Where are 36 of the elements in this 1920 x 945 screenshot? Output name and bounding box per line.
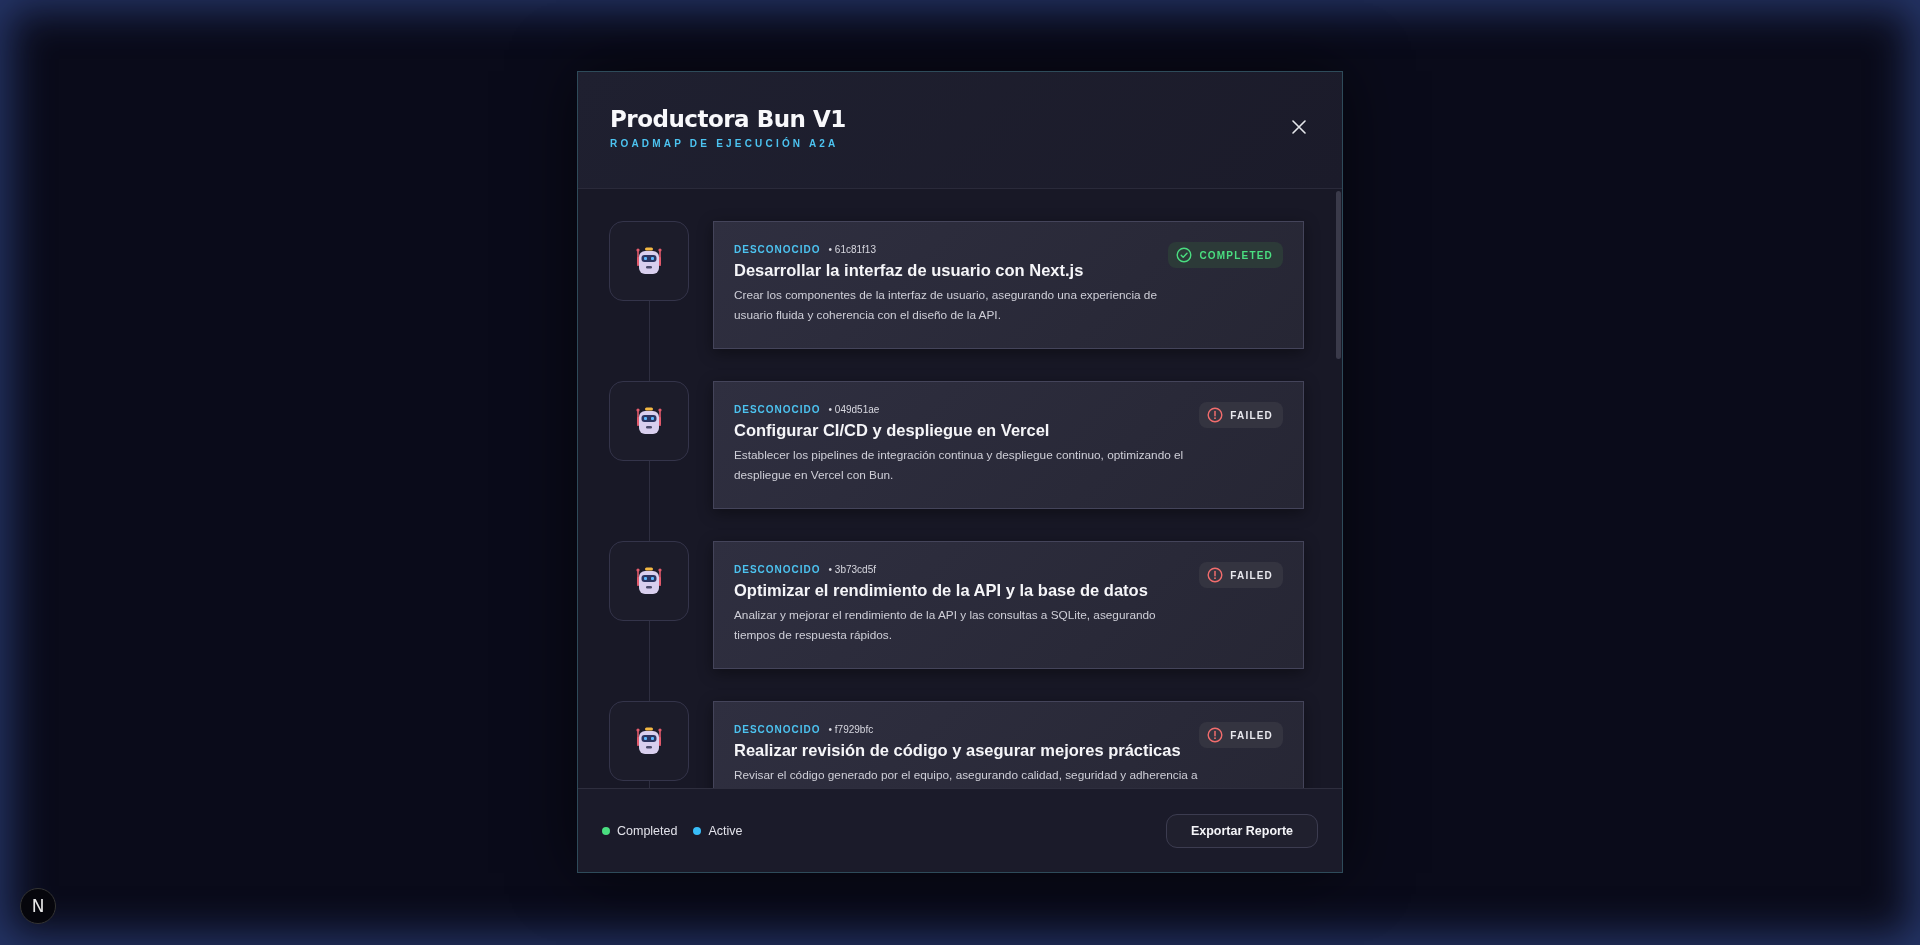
agent-label: DESCONOCIDO <box>734 244 821 255</box>
task-title: Configurar CI/CD y despliegue en Vercel <box>734 421 1051 440</box>
task-id: • 61c81f13 <box>828 244 876 255</box>
close-icon <box>1292 120 1306 134</box>
agent-label: DESCONOCIDO <box>734 724 821 735</box>
alert-circle-icon <box>1207 407 1224 423</box>
task-description: Establecer los pipelines de integración continua y despliegue continuo, optimizando el despliegue en Vercel con Bun. <box>734 447 1185 484</box>
task-description: Crear los componentes de la interfaz de usuario, asegurando una experiencia de usuario fluida y coherencia con el diseño de la API. <box>734 287 1158 324</box>
legend-label: Completed <box>617 823 678 838</box>
task-description: Revisar el código generado por el equipo, asegurando calidad, seguridad y adherencia a <box>734 767 1199 784</box>
task-title: Realizar revisión de código y asegurar mejores prácticas <box>734 741 1182 760</box>
task-description: Analizar y mejorar el rendimiento de la API y las consultas a SQLite, asegurando tiempos de respuesta rápidos. <box>734 607 1157 644</box>
task-title: Optimizar el rendimiento de la API y la base de datos <box>734 581 1149 600</box>
export-button[interactable]: Exportar Reporte <box>1165 813 1318 848</box>
status-badge: FAILED <box>1199 402 1283 428</box>
agent-label: DESCONOCIDO <box>734 564 821 575</box>
modal-subtitle: ROADMAP DE EJECUCIÓN A2A <box>610 137 840 149</box>
task-id: • 049d51ae <box>828 404 880 415</box>
alert-circle-icon <box>1207 727 1224 743</box>
status-badge: FAILED <box>1199 722 1283 748</box>
status-badge: COMPLETED <box>1168 242 1283 268</box>
status-badge: FAILED <box>1199 562 1283 588</box>
alert-circle-icon <box>1207 567 1224 583</box>
legend-label: Active <box>708 823 743 838</box>
robot-icon <box>634 566 664 596</box>
task-id: • 3b73cd5f <box>828 564 876 575</box>
corner-logo-button[interactable]: N <box>20 888 56 924</box>
task-title: Desarrollar la interfaz de usuario con Next.js <box>734 261 1085 280</box>
scrollbar-thumb[interactable] <box>1336 191 1341 359</box>
agent-label: DESCONOCIDO <box>734 404 821 415</box>
robot-icon <box>634 726 664 756</box>
robot-icon <box>634 246 664 276</box>
task-id: • f7929bfc <box>828 724 874 735</box>
modal-title: Productora Bun V1 <box>610 105 846 132</box>
check-circle-icon <box>1176 247 1193 263</box>
robot-icon <box>634 406 664 436</box>
